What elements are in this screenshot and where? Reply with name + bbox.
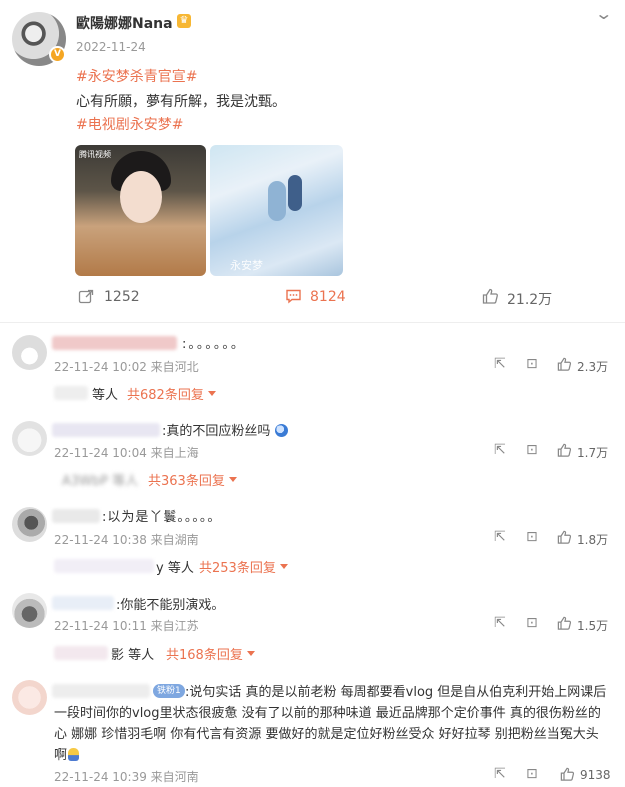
repost-icon[interactable]: ⇱ (494, 529, 506, 545)
like-button[interactable] (482, 288, 499, 304)
comment-count[interactable]: 8124 (310, 289, 346, 305)
image-figure (268, 181, 286, 221)
like-count[interactable]: 21.2万 (507, 289, 552, 309)
repost-icon[interactable]: ⇱ (494, 615, 506, 631)
hashtag-link[interactable]: #电视剧永安梦# (76, 114, 183, 134)
like-button[interactable] (557, 443, 572, 457)
reply-names-text[interactable]: A3WbP 等人 (62, 474, 138, 489)
emoji-icon (68, 748, 80, 761)
thumbs-up-icon (482, 288, 498, 304)
dropdown-arrow-icon[interactable] (247, 651, 255, 656)
thumbs-up-icon (560, 767, 575, 781)
like-button[interactable] (560, 767, 575, 781)
thumbs-up-icon (557, 530, 572, 544)
comment-text: :说句实话 真的是以前老粉 每周都要看vlog 但是自从伯克利开始上网课后 (185, 685, 607, 700)
crown-icon: ♛ (177, 14, 191, 28)
comment-text-content: :真的不回应粉丝吗 (162, 424, 271, 439)
reply-names[interactable]: 等人 (92, 384, 118, 403)
comment-icon[interactable]: ⊡ (526, 766, 538, 782)
commenter-name[interactable] (52, 509, 100, 523)
dropdown-arrow-icon[interactable] (280, 564, 288, 569)
comment-icon (286, 289, 301, 304)
comment-like-count[interactable]: 9138 (580, 768, 611, 782)
thumbs-up-icon (557, 357, 572, 371)
commenter-avatar[interactable] (12, 421, 47, 456)
repost-icon (78, 289, 94, 304)
comment-like-count[interactable]: 2.3万 (577, 358, 608, 375)
commenter-avatar[interactable] (12, 680, 47, 715)
post-date[interactable]: 2022-11-24 (76, 40, 146, 54)
comment-icon[interactable]: ⊡ (526, 356, 538, 372)
comment-text: 啊 (54, 744, 80, 763)
chevron-down-icon[interactable]: ⌄ (594, 4, 613, 23)
commenter-avatar[interactable] (12, 335, 47, 370)
repost-icon[interactable]: ⇱ (494, 356, 506, 372)
fan-badge: 铁粉1 (153, 684, 185, 698)
emoji-icon (274, 424, 288, 437)
divider (0, 322, 625, 323)
comment-meta: 22-11-24 10:04 来自上海 (54, 446, 199, 460)
comment-text: :。。。。。。 (182, 337, 246, 352)
comment-like-count[interactable]: 1.5万 (577, 617, 608, 634)
comment-text: 心 娜娜 珍惜羽毛啊 你有代言有资源 要做好的就是定位好粉丝受众 好好拉琴 别把… (54, 727, 599, 742)
comment-icon[interactable]: ⊡ (526, 529, 538, 545)
dropdown-arrow-icon[interactable] (208, 391, 216, 396)
comment-text-content: 啊 (54, 748, 68, 763)
reply-names[interactable] (54, 386, 88, 400)
reply-names[interactable] (54, 559, 154, 573)
verified-badge-icon: V (49, 46, 66, 63)
hashtag-link[interactable]: #永安梦杀青官宣# (76, 66, 197, 86)
thumbs-up-icon (557, 616, 572, 630)
comment-like-count[interactable]: 1.7万 (577, 444, 608, 461)
commenter-avatar[interactable] (12, 507, 47, 542)
comment-meta: 22-11-24 10:02 来自河北 (54, 360, 199, 374)
comment-text: :你能不能别演戏。 (116, 598, 225, 613)
image-figure (288, 175, 302, 211)
image-caption: 永安梦 (230, 259, 263, 272)
comment-button[interactable] (285, 288, 302, 304)
image-watermark: 腾讯视频 (79, 150, 111, 159)
comment-icon[interactable]: ⊡ (526, 615, 538, 631)
reply-names[interactable]: A3WbP 等人 (62, 470, 138, 489)
commenter-name[interactable] (52, 336, 177, 350)
image-face (120, 171, 162, 223)
comment-icon[interactable]: ⊡ (526, 442, 538, 458)
comment-meta: 22-11-24 10:39 来自河南 (54, 770, 199, 784)
repost-icon[interactable]: ⇱ (494, 766, 506, 782)
poster-username[interactable]: 歐陽娜娜Nana (76, 13, 173, 33)
reply-names-text[interactable]: y 等人 (156, 557, 194, 576)
comment-text: :以为是丫鬟。。。。。 (102, 510, 222, 525)
reply-count-link[interactable]: 共253条回复 (199, 557, 276, 576)
post-image-1[interactable]: 腾讯视频 (75, 145, 206, 276)
reply-count-link[interactable]: 共168条回复 (166, 644, 243, 663)
post-image-2[interactable]: 永安梦 (210, 145, 343, 276)
reply-names-text[interactable]: 影 等人 (111, 644, 154, 663)
like-button[interactable] (557, 616, 572, 630)
commenter-avatar[interactable] (12, 593, 47, 628)
reply-count-link[interactable]: 共363条回复 (148, 470, 225, 489)
comment-text: :真的不回应粉丝吗 (162, 420, 288, 439)
commenter-name[interactable] (52, 596, 114, 610)
like-button[interactable] (557, 357, 572, 371)
repost-button[interactable] (78, 288, 94, 304)
comment-meta: 22-11-24 10:11 来自江苏 (54, 619, 199, 633)
reply-count-link[interactable]: 共682条回复 (127, 384, 204, 403)
repost-count[interactable]: 1252 (104, 289, 140, 305)
comment-meta: 22-11-24 10:38 来自湖南 (54, 533, 199, 547)
commenter-name[interactable] (52, 684, 150, 698)
comment-like-count[interactable]: 1.8万 (577, 531, 608, 548)
post-text: 心有所願，夢有所解，我是沈甄。 (76, 94, 286, 110)
reply-names[interactable] (54, 646, 108, 660)
like-button[interactable] (557, 530, 572, 544)
thumbs-up-icon (557, 443, 572, 457)
comment-text: 一段时间你的vlog里状态很疲惫 没有了以前的那种味道 最近品牌那个定价事件 真… (54, 706, 601, 721)
repost-icon[interactable]: ⇱ (494, 442, 506, 458)
dropdown-arrow-icon[interactable] (229, 477, 237, 482)
commenter-name[interactable] (52, 423, 160, 437)
